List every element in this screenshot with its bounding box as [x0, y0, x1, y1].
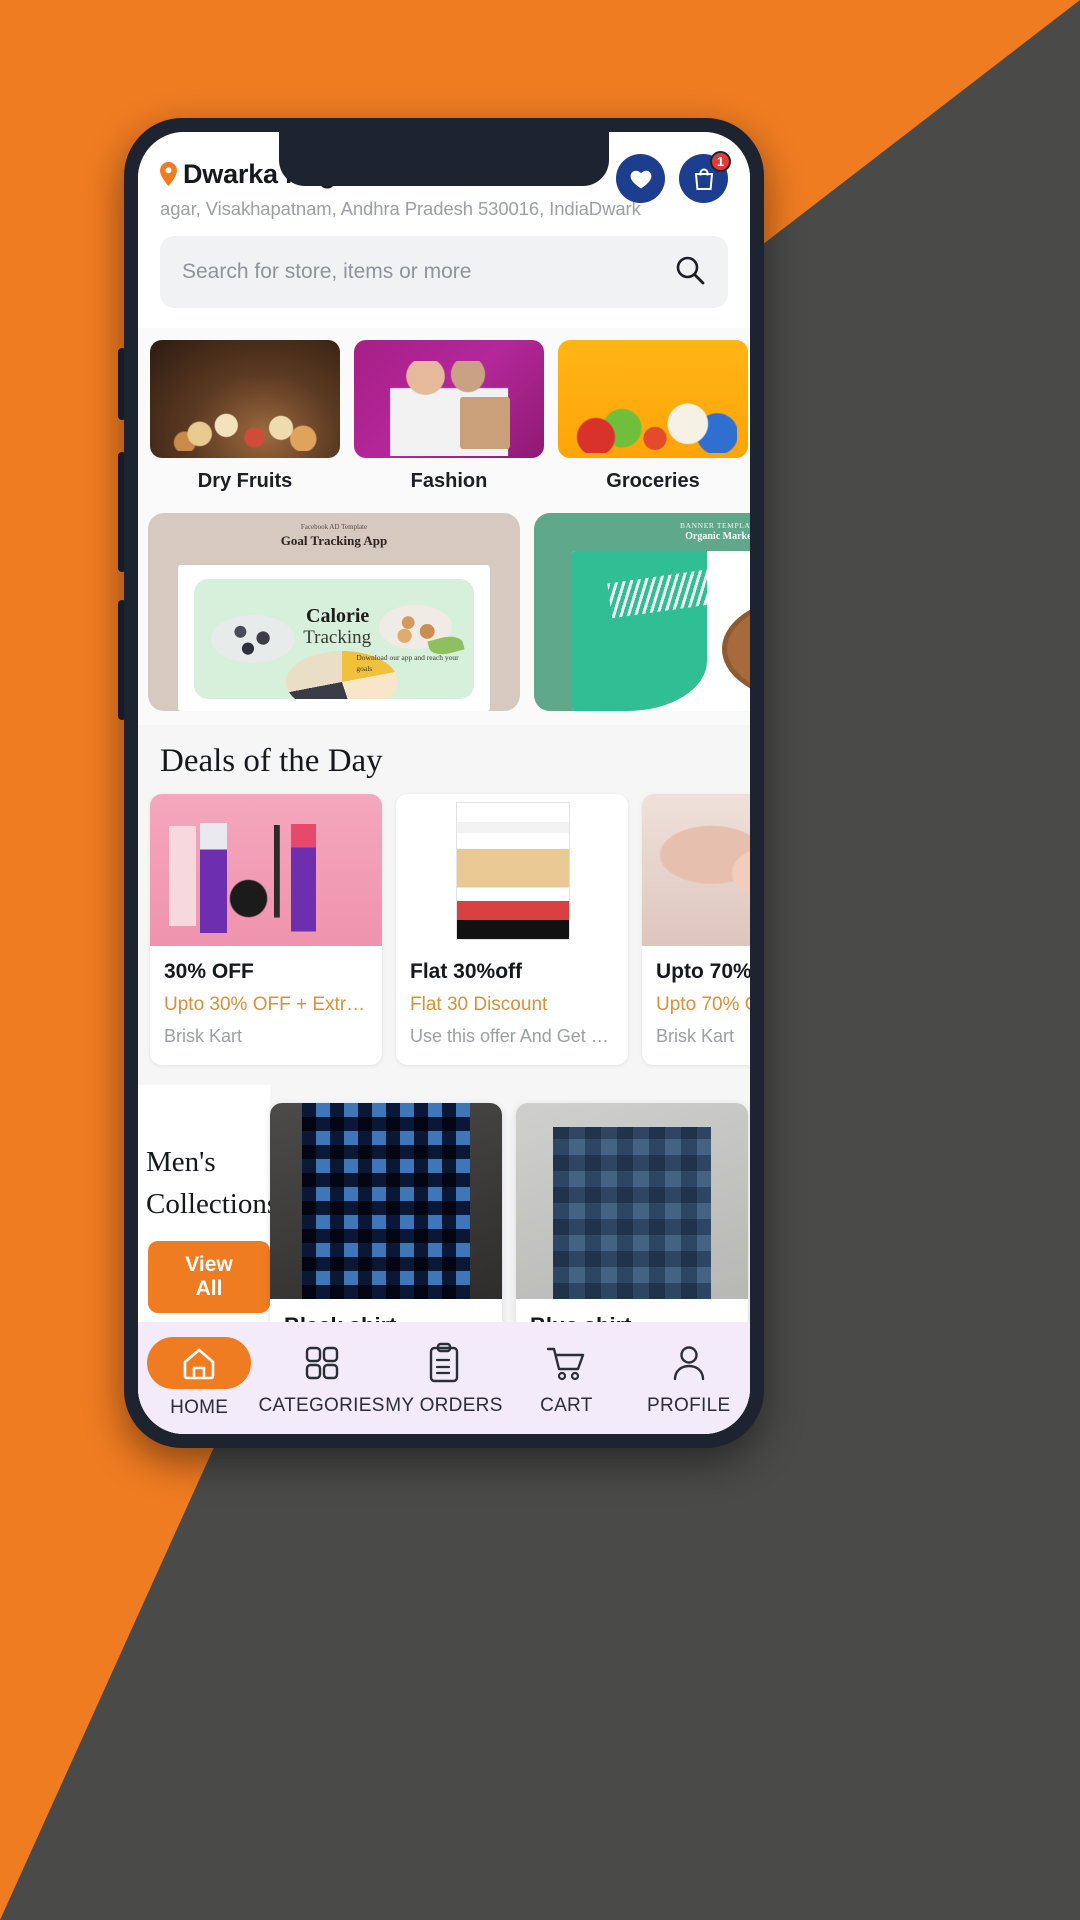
promo1-card: Calorie Tracking Download our app and re… [178, 565, 490, 711]
nav-item-categories[interactable]: CATEGORIES [258, 1339, 385, 1417]
deal-body: Flat 30%off Flat 30 Discount Use this of… [396, 946, 628, 1065]
deal-subtitle: Flat 30 Discount [410, 994, 548, 1015]
nav-item-my-orders[interactable]: MY ORDERS [384, 1339, 504, 1417]
phone-screen: 1 Dwarka Nag agar, Visakhapatnam, Andhra… [138, 132, 750, 1434]
promo2-card: HEALTHY F Monday Lorem ipsum dolor sit a… [572, 551, 750, 711]
header-action-icons: 1 [616, 151, 731, 203]
search-section [138, 220, 750, 328]
promo-carousel[interactable]: Facebook AD Template Goal Tracking App C… [138, 505, 750, 725]
deal-image-beauty-model [642, 794, 750, 946]
promo2-eyebrow: BANNER TEMPLATE [680, 521, 750, 530]
product-image-blue-shirt [516, 1103, 748, 1299]
deal-card[interactable]: 30% OFF Upto 30% OFF + Extra 10% Brisk K… [150, 794, 382, 1065]
deal-card[interactable]: Upto 70% Upto 70% OFF + Brisk Kart [642, 794, 750, 1065]
nav-item-home[interactable]: HOME [139, 1337, 259, 1419]
heart-icon [629, 168, 653, 190]
product-image-black-shirt [270, 1103, 502, 1299]
category-image-fashion [354, 340, 544, 458]
deal-subtitle: Upto 30% OFF + Extra 10% [164, 994, 368, 1015]
mens-title-line2: Collections [146, 1188, 279, 1221]
category-label: Dry Fruits [197, 470, 293, 492]
deal-vendor: Use this offer And Get Flat 3... [410, 1026, 614, 1046]
nav-label: MY ORDERS [385, 1395, 503, 1416]
deals-section-title: Deals of the Day [138, 725, 750, 794]
deal-vendor: Brisk Kart [164, 1026, 243, 1046]
deal-card[interactable]: Flat 30%off Flat 30 Discount Use this of… [396, 794, 628, 1065]
scroll-body: Dry Fruits Fashion Groceries Facebook AD… [138, 328, 750, 1434]
promo1-eyebrow: Facebook AD Template [300, 523, 368, 531]
category-row: Dry Fruits Fashion Groceries [138, 328, 750, 505]
location-pin-icon [160, 162, 177, 186]
deal-body: Upto 70% Upto 70% OFF + Brisk Kart [642, 946, 750, 1065]
category-image-dry-fruits [150, 340, 340, 458]
deal-title: Upto 70% [656, 960, 750, 983]
shopping-cart-icon [545, 1339, 587, 1387]
user-icon [671, 1339, 707, 1387]
nav-item-profile[interactable]: PROFILE [629, 1339, 749, 1417]
deal-image-nuts-flyer [396, 794, 628, 946]
promo1-head: Facebook AD Template Goal Tracking App [148, 513, 520, 549]
promo1-inner: Calorie Tracking Download our app and re… [194, 579, 474, 699]
deal-subtitle: Upto 70% OFF + [656, 994, 750, 1015]
cart-bag-button[interactable]: 1 [679, 151, 731, 203]
bottom-navigation: HOME CATEGORIES MY ORDERS CART PROFILE [138, 1322, 750, 1434]
deal-vendor: Brisk Kart [656, 1026, 735, 1046]
search-icon[interactable] [674, 254, 706, 291]
deals-row[interactable]: 30% OFF Upto 30% OFF + Extra 10% Brisk K… [138, 794, 750, 1085]
nav-item-cart[interactable]: CART [506, 1339, 626, 1417]
phone-notch [279, 132, 609, 186]
deal-title: Flat 30%off [410, 960, 523, 983]
almond-bowl-image [721, 592, 750, 705]
nav-label: PROFILE [647, 1395, 731, 1416]
blueberry-bowl-image [210, 615, 295, 663]
deal-title: 30% OFF [164, 960, 254, 983]
category-card-groceries[interactable]: Groceries [558, 340, 748, 499]
promo-banner-organic-market[interactable]: BANNER TEMPLATE Organic Market HEALTHY F… [534, 513, 750, 711]
cart-badge: 1 [710, 151, 731, 172]
promo2-title: Organic Market [685, 531, 750, 542]
promo1-word1: Calorie [306, 605, 370, 628]
home-icon [147, 1337, 252, 1389]
promo1-title: Goal Tracking App [280, 533, 388, 548]
promo-banner-goal-tracking[interactable]: Facebook AD Template Goal Tracking App C… [148, 513, 520, 711]
mens-title-line1: Men's [146, 1146, 216, 1178]
nav-label: CATEGORIES [258, 1395, 385, 1416]
search-bar[interactable] [160, 236, 728, 308]
screenshot-root: 1 Dwarka Nag agar, Visakhapatnam, Andhra… [0, 0, 1080, 1920]
grid-icon [302, 1339, 342, 1387]
promo1-cta-text: Download our app and reach your goals [356, 653, 459, 673]
category-label: Groceries [606, 470, 700, 492]
deal-body: 30% OFF Upto 30% OFF + Extra 10% Brisk K… [150, 946, 382, 1065]
category-label: Fashion [410, 470, 488, 492]
clipboard-list-icon [426, 1339, 462, 1387]
phone-frame: 1 Dwarka Nag agar, Visakhapatnam, Andhra… [124, 118, 764, 1448]
nav-label: HOME [170, 1397, 229, 1418]
search-input[interactable] [182, 260, 674, 284]
category-card-fashion[interactable]: Fashion [354, 340, 544, 499]
promo1-word2: Tracking [303, 627, 372, 648]
promo2-head: BANNER TEMPLATE Organic Market [534, 513, 750, 542]
deal-image-cosmetics [150, 794, 382, 946]
category-card-dry-fruits[interactable]: Dry Fruits [150, 340, 340, 499]
shopping-bag-icon [693, 167, 715, 191]
view-all-button[interactable]: View All [148, 1241, 270, 1314]
wishlist-button[interactable] [616, 154, 665, 203]
category-image-groceries [558, 340, 748, 458]
nav-label: CART [540, 1395, 593, 1416]
